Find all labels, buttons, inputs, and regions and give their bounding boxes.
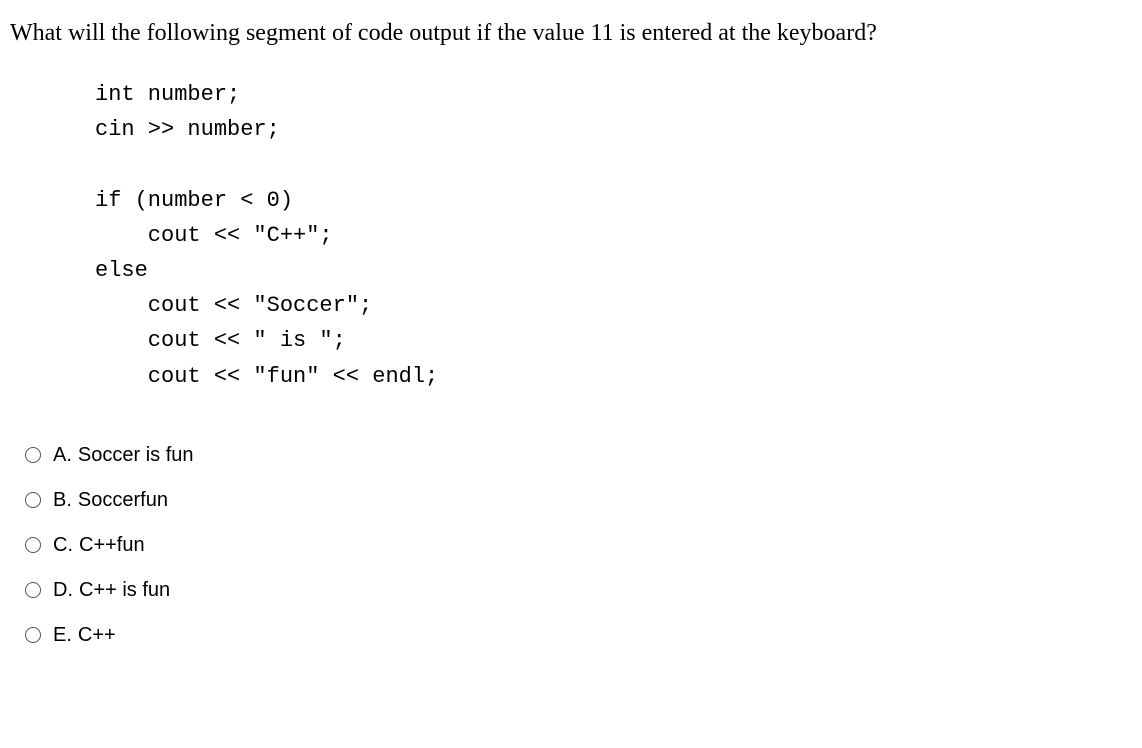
- radio-icon[interactable]: [25, 447, 41, 463]
- radio-icon[interactable]: [25, 582, 41, 598]
- options-list: A. Soccer is fun B. Soccerfun C. C++fun …: [25, 444, 1132, 647]
- option-e[interactable]: E. C++: [25, 624, 1132, 647]
- code-line-9: cout << "fun" << endl;: [95, 364, 438, 389]
- code-block: int number; cin >> number; if (number < …: [95, 77, 1132, 394]
- option-text: Soccer is fun: [78, 444, 194, 467]
- code-line-7: cout << "Soccer";: [95, 293, 372, 318]
- radio-icon[interactable]: [25, 537, 41, 553]
- option-a[interactable]: A. Soccer is fun: [25, 444, 1132, 467]
- option-d[interactable]: D. C++ is fun: [25, 579, 1132, 602]
- option-text: C++ is fun: [79, 579, 170, 602]
- option-letter: D.: [53, 579, 73, 602]
- option-text: Soccerfun: [78, 489, 168, 512]
- code-line-8: cout << " is ";: [95, 328, 346, 353]
- radio-icon[interactable]: [25, 492, 41, 508]
- code-line-2: cin >> number;: [95, 117, 280, 142]
- option-letter: B.: [53, 489, 72, 512]
- radio-icon[interactable]: [25, 627, 41, 643]
- option-c[interactable]: C. C++fun: [25, 534, 1132, 557]
- question-text: What will the following segment of code …: [10, 20, 1132, 47]
- code-line-4: if (number < 0): [95, 188, 293, 213]
- option-letter: C.: [53, 534, 73, 557]
- code-line-6: else: [95, 258, 148, 283]
- option-letter: E.: [53, 624, 72, 647]
- option-letter: A.: [53, 444, 72, 467]
- option-text: C++: [78, 624, 116, 647]
- code-line-1: int number;: [95, 82, 240, 107]
- option-b[interactable]: B. Soccerfun: [25, 489, 1132, 512]
- code-line-5: cout << "C++";: [95, 223, 333, 248]
- option-text: C++fun: [79, 534, 145, 557]
